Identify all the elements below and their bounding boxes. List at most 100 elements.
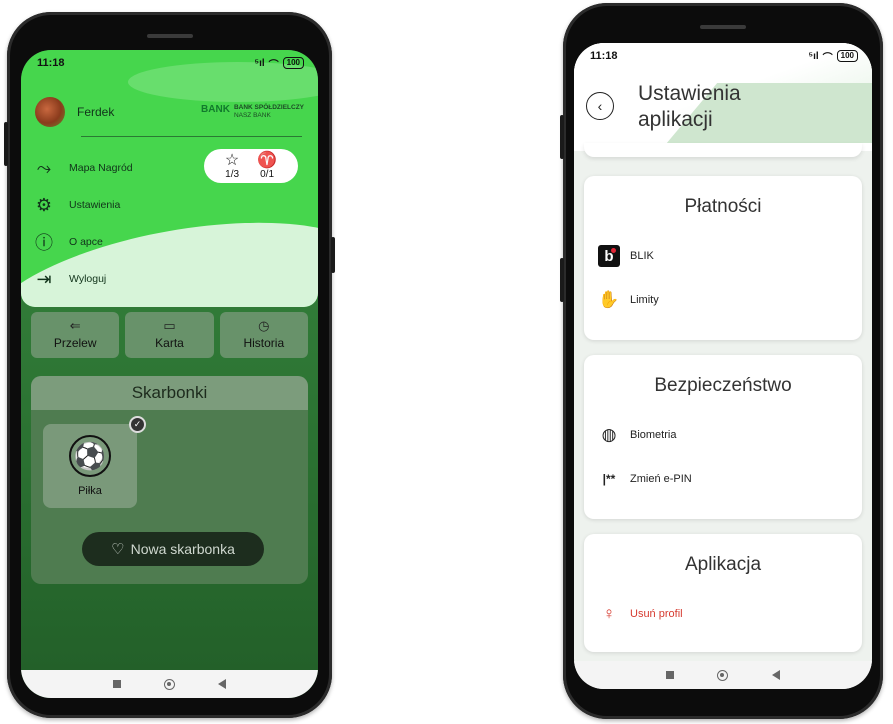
new-skarbonka-label: Nowa skarbonka	[130, 541, 235, 557]
wifi-icon: ⌒	[822, 52, 833, 64]
status-time: 11:18	[37, 57, 65, 69]
phone-left: ⇐ Przelew ▭ Karta ◷ Historia Skarbonki ⚽ Pi…	[4, 12, 335, 718]
map-route-icon: ⤳	[36, 157, 52, 178]
volume-button	[4, 122, 8, 166]
section-title: Płatności	[684, 196, 762, 217]
settings-row-blik[interactable]: b BLIK	[584, 242, 862, 270]
row-label: Zmień e-PIN	[630, 473, 692, 485]
back-nav-button[interactable]	[772, 670, 781, 680]
section-title: Bezpieczeństwo	[654, 375, 792, 396]
settings-row-limity[interactable]: ✋ Limity	[584, 286, 862, 314]
menu-item-label: Mapa Nagród	[69, 162, 133, 174]
achievements-badge[interactable]: ☆ 1/3 ♈ 0/1	[204, 149, 298, 183]
piggy-bank-icon: ♡	[111, 541, 125, 558]
quick-action-przelew[interactable]: ⇐ Przelew	[31, 312, 120, 358]
android-nav-bar	[21, 670, 318, 698]
settings-row-zmien-epin[interactable]: |** Zmień e-PIN	[584, 465, 862, 493]
menu-item-label: O apce	[69, 236, 103, 248]
bank-name-line2: NASZ BANK	[233, 112, 271, 119]
skarbonka-tile[interactable]: ⚽ Piłka	[43, 424, 137, 508]
side-drawer: 11:18 ⁵ıl ⌒ 100 Ferdek BANK BANK SPÓŁDZI…	[21, 50, 318, 307]
fingerprint-icon: ◍	[601, 425, 617, 444]
phone-right: 11:18 ⁵ıl ⌒ 100 ‹ Ustawienia aplikacji P…	[560, 3, 883, 719]
trophies-counter: ♈ 0/1	[257, 151, 278, 180]
row-label: Usuń profil	[630, 608, 683, 620]
wifi-icon: ⌒	[268, 59, 279, 71]
android-nav-bar	[574, 661, 872, 689]
back-nav-button[interactable]	[218, 679, 227, 689]
back-button[interactable]: ‹	[586, 92, 614, 120]
menu-item-mapa-nagrod[interactable]: ⤳ Mapa Nagród	[31, 154, 133, 182]
quick-action-karta[interactable]: ▭ Karta	[125, 312, 214, 358]
bank-name: BANK SPÓŁDZIELCZY NASZ BANK	[234, 104, 304, 120]
skarbonki-title: Skarbonki	[31, 376, 308, 410]
page-title-line1: Ustawienia	[638, 82, 741, 105]
card-edge	[584, 143, 862, 157]
volume-button	[560, 258, 564, 302]
pin-icon: |**	[602, 472, 616, 486]
user-name: Ferdek	[77, 105, 115, 119]
blik-icon: b	[596, 243, 622, 269]
quick-action-label: Historia	[243, 336, 285, 350]
page-title-line2: aplikacji	[638, 108, 713, 131]
status-icons: ⁵ıl ⌒ 100	[254, 56, 304, 71]
logout-icon: ⇥	[36, 268, 52, 289]
money-icon: ✋	[598, 290, 620, 309]
check-icon: ✓	[129, 416, 146, 433]
row-label: Limity	[630, 294, 659, 306]
section-aplikacja: Aplikacja ♀ Usuń profil	[584, 534, 862, 652]
quick-actions: ⇐ Przelew ▭ Karta ◷ Historia	[31, 312, 308, 358]
menu-item-wyloguj[interactable]: ⇥ Wyloguj	[31, 265, 106, 293]
row-label: Biometria	[630, 429, 677, 441]
home-button[interactable]	[717, 669, 729, 681]
stage: ⇐ Przelew ▭ Karta ◷ Historia Skarbonki ⚽ Pi…	[0, 0, 893, 724]
bank-logo: BANK BANK SPÓŁDZIELCZY NASZ BANK	[201, 104, 304, 120]
tile-label: Piłka	[78, 485, 102, 497]
battery-icon: 100	[282, 57, 304, 69]
section-bezpieczenstwo: Bezpieczeństwo ◍ Biometria |** Zmień e-P…	[584, 355, 862, 519]
star-icon: ☆	[224, 151, 240, 169]
home-button[interactable]	[163, 678, 175, 690]
battery-icon: 100	[836, 50, 858, 62]
power-button	[331, 237, 335, 273]
settings-row-biometria[interactable]: ◍ Biometria	[584, 421, 862, 449]
screen-right: 11:18 ⁵ıl ⌒ 100 ‹ Ustawienia aplikacji P…	[574, 43, 872, 689]
recents-button[interactable]	[665, 671, 674, 679]
menu-item-label: Ustawienia	[69, 199, 121, 211]
section-platnosci: Płatności b BLIK ✋ Limity	[584, 176, 862, 340]
signal-icon: ⁵ıl	[254, 57, 265, 69]
bank-mark: BANK	[201, 104, 230, 115]
stars-value: 1/3	[225, 168, 240, 180]
clock-icon: ◷	[258, 318, 270, 333]
row-label: BLIK	[630, 250, 654, 262]
stars-counter: ☆ 1/3	[224, 151, 240, 180]
status-time: 11:18	[590, 50, 618, 62]
avatar[interactable]	[35, 97, 65, 127]
speaker	[700, 25, 746, 29]
skarbonki-panel: Skarbonki ⚽ Piłka ✓ ♡ Nowa skarbonka	[31, 376, 308, 584]
menu-item-label: Wyloguj	[69, 273, 107, 285]
trophy-icon: ♈	[257, 151, 278, 169]
info-icon: ⓘ	[35, 233, 53, 253]
transfer-icon: ⇐	[69, 318, 81, 333]
divider	[81, 136, 302, 137]
new-skarbonka-button[interactable]: ♡ Nowa skarbonka	[82, 532, 264, 566]
card-icon: ▭	[163, 318, 176, 333]
status-bar: 11:18 ⁵ıl ⌒ 100	[574, 43, 872, 69]
trophies-value: 0/1	[260, 168, 275, 180]
page-title: Ustawienia aplikacji	[638, 81, 741, 133]
quick-action-label: Karta	[155, 336, 184, 350]
settings-row-usun-profil[interactable]: ♀ Usuń profil	[584, 600, 862, 628]
soccer-ball-icon: ⚽	[69, 435, 111, 477]
speaker	[146, 34, 193, 38]
recents-button[interactable]	[112, 680, 121, 688]
bank-name-line1: BANK SPÓŁDZIELCZY	[233, 104, 304, 111]
volume-button	[560, 115, 564, 159]
quick-action-historia[interactable]: ◷ Historia	[219, 312, 308, 358]
status-bar: 11:18 ⁵ıl ⌒ 100	[21, 50, 318, 76]
status-icons: ⁵ıl ⌒ 100	[808, 49, 858, 64]
menu-item-o-apce[interactable]: ⓘ O apce	[31, 228, 103, 256]
menu-item-ustawienia[interactable]: ⚙ Ustawienia	[31, 191, 120, 219]
signal-icon: ⁵ıl	[808, 50, 819, 62]
gear-icon: ⚙	[35, 194, 53, 215]
